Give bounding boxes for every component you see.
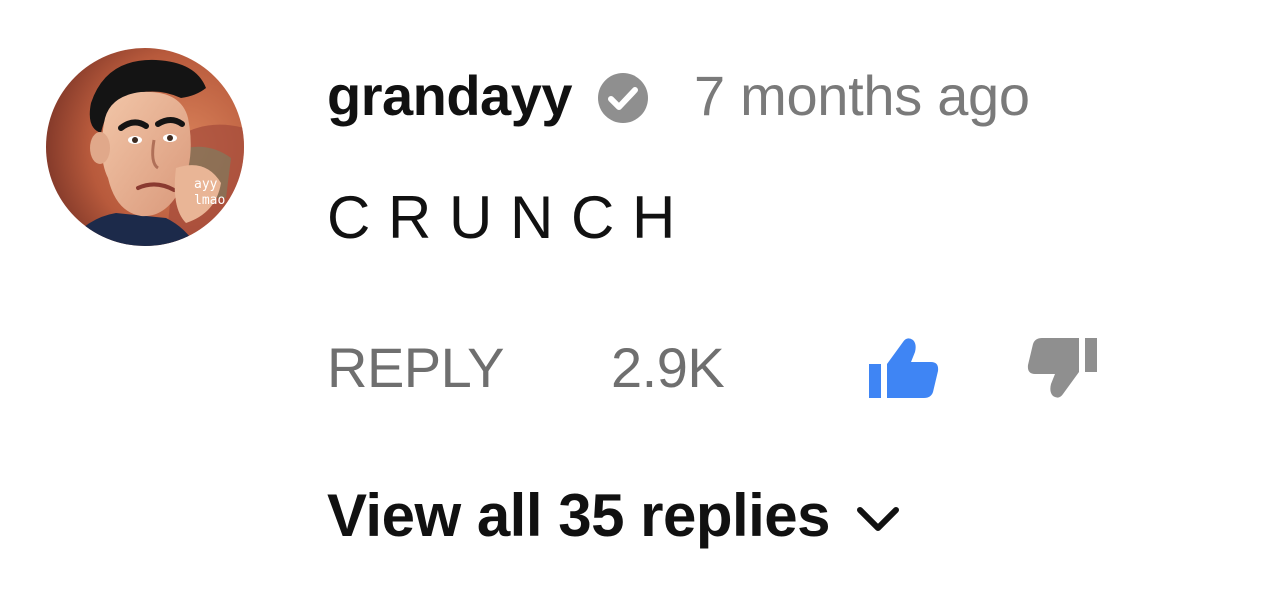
comment-text: C R U N C H: [327, 184, 676, 251]
comment-header: grandayy 7 months ago: [327, 58, 1030, 134]
comment-actions: REPLY 2.9K: [327, 330, 1147, 406]
view-replies-label: View all 35 replies: [327, 482, 831, 549]
comment-timestamp[interactable]: 7 months ago: [694, 58, 1030, 134]
avatar-overlay-text: lmao: [194, 193, 225, 208]
avatar-image: ayy lmao: [46, 48, 244, 246]
reply-button[interactable]: REPLY: [327, 330, 504, 406]
author-name[interactable]: grandayy: [327, 58, 573, 134]
verified-badge-icon: [596, 71, 650, 125]
avatar[interactable]: ayy lmao: [46, 48, 244, 246]
dislike-button[interactable]: [1025, 330, 1101, 406]
like-button[interactable]: [865, 330, 941, 406]
thumbs-up-icon: [869, 338, 939, 398]
avatar-overlay-text: ayy: [194, 177, 218, 192]
comment-thread: ayy lmao grandayy 7 months ago C R U N C…: [0, 0, 1280, 600]
view-replies-button[interactable]: View all 35 replies: [327, 478, 904, 554]
like-count: 2.9K: [611, 336, 725, 399]
thumbs-down-icon: [1027, 338, 1097, 398]
chevron-down-icon: [852, 494, 904, 546]
